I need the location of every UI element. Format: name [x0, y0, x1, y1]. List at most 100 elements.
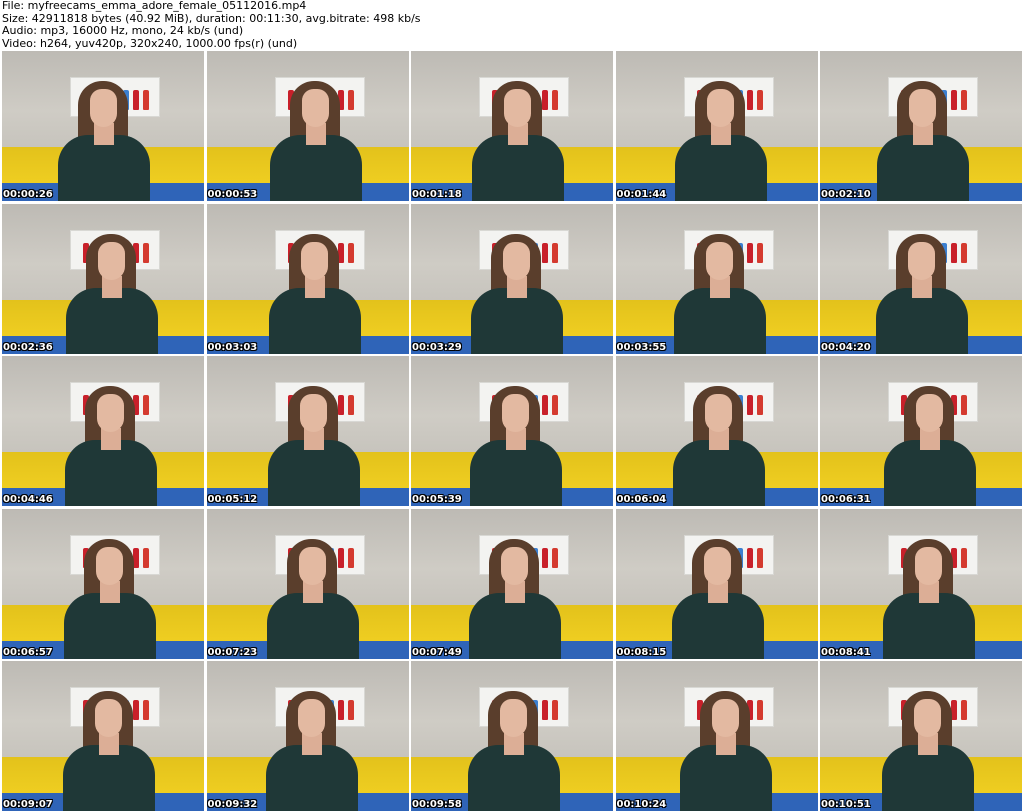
video-thumbnail: 00:03:29 [411, 203, 613, 354]
video-thumbnail: 00:08:41 [820, 508, 1022, 659]
thumbnail-timestamp: 00:01:18 [412, 189, 462, 200]
person-face [96, 546, 123, 585]
person-face [501, 546, 528, 585]
poster-bottle [542, 395, 548, 415]
poster-bottle [951, 90, 957, 110]
poster-bottle [143, 547, 149, 568]
video-thumbnail: 00:04:20 [820, 203, 1022, 354]
poster-bottle [756, 547, 763, 568]
person-face [503, 241, 530, 280]
video-thumbnail: 00:06:04 [615, 356, 818, 506]
thumbnail-timestamp: 00:10:51 [821, 799, 871, 810]
poster-bottle [347, 395, 354, 415]
person-face [914, 699, 941, 737]
thumbnail-timestamp: 00:03:55 [616, 341, 667, 353]
thumbnail-timestamp: 00:09:58 [412, 799, 462, 810]
video-thumbnail: 00:03:55 [615, 203, 818, 354]
video-thumbnail: 00:09:32 [206, 661, 409, 811]
person-face [704, 394, 732, 432]
poster-bottle [746, 90, 753, 110]
thumbnail-timestamp: 00:09:07 [3, 799, 53, 810]
video-thumbnail: 00:02:36 [2, 203, 204, 354]
person-face [504, 89, 531, 127]
video-thumbnail: 00:07:49 [411, 508, 613, 659]
poster-bottle [552, 90, 558, 110]
poster-bottle [746, 547, 753, 568]
person-face [703, 546, 731, 585]
thumbnail-timestamp: 00:00:26 [3, 189, 53, 200]
poster-bottle [542, 90, 548, 110]
poster-bottle [961, 700, 967, 720]
person-face [97, 394, 124, 432]
poster-bottle [133, 700, 139, 720]
person-face [300, 241, 328, 280]
thumbnail-timestamp: 00:09:32 [207, 799, 258, 810]
video-thumbnail: 00:02:10 [820, 51, 1022, 201]
poster-bottle [746, 242, 753, 263]
poster-bottle [961, 395, 967, 415]
person-face [909, 89, 936, 127]
poster-bottle [337, 700, 344, 720]
thumbnail-timestamp: 00:05:39 [412, 494, 462, 505]
poster-bottle [552, 547, 558, 568]
poster-bottle [552, 700, 558, 720]
thumbnail-timestamp: 00:07:23 [207, 646, 258, 658]
thumbnail-timestamp: 00:08:15 [616, 646, 667, 658]
person-face [500, 699, 527, 737]
poster-bottle [961, 242, 967, 263]
poster-bottle [951, 242, 957, 263]
video-thumbnail: 00:08:15 [615, 508, 818, 659]
video-thumbnail: 00:03:03 [206, 203, 409, 354]
poster-bottle [961, 547, 967, 568]
person-face [908, 241, 935, 280]
poster-bottle [756, 242, 763, 263]
video-thumbnail: 00:06:31 [820, 356, 1022, 506]
video-thumbnail: 00:00:26 [2, 51, 204, 201]
poster-bottle [746, 395, 753, 415]
thumbnail-timestamp: 00:00:53 [207, 189, 258, 200]
person-face [705, 241, 733, 280]
poster-bottle [961, 90, 967, 110]
person-face [706, 89, 734, 127]
person-face [502, 394, 529, 432]
person-face [90, 89, 117, 127]
person-face [298, 546, 326, 585]
thumbnail-timestamp: 00:04:20 [821, 341, 871, 353]
video-thumbnail: 00:10:24 [615, 661, 818, 811]
poster-bottle [337, 547, 344, 568]
video-thumbnail: 00:05:12 [206, 356, 409, 506]
poster-bottle [756, 700, 763, 720]
poster-bottle [133, 90, 139, 110]
poster-bottle [143, 242, 149, 263]
thumbnail-timestamp: 00:07:49 [412, 646, 462, 658]
poster-bottle [143, 700, 149, 720]
video-thumbnail: 00:09:58 [411, 661, 613, 811]
video-thumbnail: 00:06:57 [2, 508, 204, 659]
poster-bottle [756, 395, 763, 415]
audio-info-line: Audio: mp3, 16000 Hz, mono, 24 kb/s (und… [2, 24, 244, 37]
thumbnail-timestamp: 00:04:46 [3, 494, 53, 505]
poster-bottle [143, 395, 149, 415]
thumbnail-timestamp: 00:10:24 [616, 799, 667, 810]
video-thumbnail: 00:01:18 [411, 51, 613, 201]
poster-bottle [552, 395, 558, 415]
video-thumbnail: 00:05:39 [411, 356, 613, 506]
poster-bottle [143, 90, 149, 110]
poster-bottle [756, 90, 763, 110]
video-thumbnail: 00:07:23 [206, 508, 409, 659]
person-face [299, 394, 327, 432]
poster-bottle [347, 700, 354, 720]
person-face [916, 394, 943, 432]
person-face [297, 699, 325, 737]
poster-bottle [347, 242, 354, 263]
person-face [915, 546, 942, 585]
thumbnail-timestamp: 00:01:44 [616, 189, 667, 200]
poster-bottle [542, 242, 548, 263]
video-thumbnail: 00:01:44 [615, 51, 818, 201]
thumbnail-grid: 00:00:26 00:00:53 00:01:18 00:01:44 00:02:10… [2, 51, 1022, 811]
thumbnail-timestamp: 00:06:31 [821, 494, 871, 505]
thumbnail-timestamp: 00:02:36 [3, 341, 53, 353]
video-thumbnail: 00:09:07 [2, 661, 204, 811]
video-info-line: Video: h264, yuv420p, 320x240, 1000.00 f… [2, 36, 298, 50]
file-info-header: File: myfreecams_emma_adore_female_05112… [2, 0, 1022, 50]
